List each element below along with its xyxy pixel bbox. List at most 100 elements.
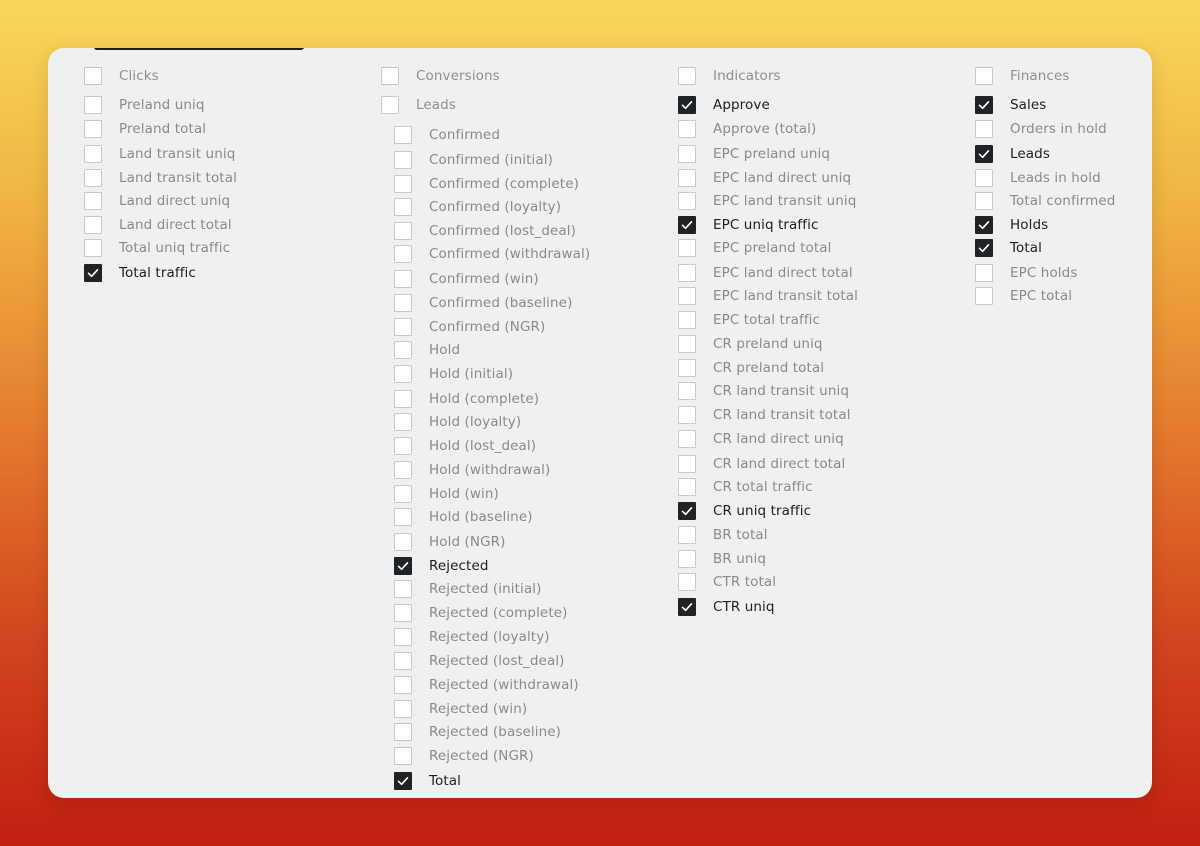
option-epc-uniq-traffic[interactable]: EPC uniq traffic xyxy=(678,214,819,236)
option-hold-complete[interactable]: Hold (complete) xyxy=(394,388,539,410)
checkbox[interactable] xyxy=(394,628,412,646)
option-confirmed-loyalty[interactable]: Confirmed (loyalty) xyxy=(394,196,561,218)
option-confirmed-initial[interactable]: Confirmed (initial) xyxy=(394,149,553,171)
checkbox[interactable] xyxy=(678,573,696,591)
option-sales[interactable]: Sales xyxy=(975,94,1046,116)
option-cr-land-direct-uniq[interactable]: CR land direct uniq xyxy=(678,428,844,450)
checkbox[interactable] xyxy=(394,318,412,336)
checkbox[interactable] xyxy=(84,264,102,282)
checkbox[interactable] xyxy=(678,598,696,616)
checkbox[interactable] xyxy=(678,67,696,85)
option-cr-land-direct-total[interactable]: CR land direct total xyxy=(678,453,845,475)
checkbox[interactable] xyxy=(678,120,696,138)
checkbox[interactable] xyxy=(394,461,412,479)
option-preland-total[interactable]: Preland total xyxy=(84,118,206,140)
checkbox[interactable] xyxy=(394,270,412,288)
checkbox[interactable] xyxy=(678,406,696,424)
checkbox[interactable] xyxy=(678,145,696,163)
checkbox[interactable] xyxy=(678,478,696,496)
checkbox[interactable] xyxy=(394,341,412,359)
option-rejected-initial[interactable]: Rejected (initial) xyxy=(394,578,541,600)
checkbox[interactable] xyxy=(975,192,993,210)
option-confirmed-complete[interactable]: Confirmed (complete) xyxy=(394,173,579,195)
checkbox[interactable] xyxy=(975,120,993,138)
checkbox[interactable] xyxy=(394,294,412,312)
checkbox[interactable] xyxy=(678,311,696,329)
checkbox[interactable] xyxy=(975,67,993,85)
option-orders-in-hold[interactable]: Orders in hold xyxy=(975,118,1107,140)
option-confirmed-win[interactable]: Confirmed (win) xyxy=(394,268,539,290)
option-rejected-withdrawal[interactable]: Rejected (withdrawal) xyxy=(394,674,579,696)
checkbox[interactable] xyxy=(678,502,696,520)
group-header-indicators[interactable]: Indicators xyxy=(678,65,781,87)
checkbox[interactable] xyxy=(394,413,412,431)
checkbox[interactable] xyxy=(394,485,412,503)
option-hold-baseline[interactable]: Hold (baseline) xyxy=(394,506,533,528)
option-epc-land-transit-total[interactable]: EPC land transit total xyxy=(678,285,858,307)
option-epc-land-transit-uniq[interactable]: EPC land transit uniq xyxy=(678,190,856,212)
option-hold-win[interactable]: Hold (win) xyxy=(394,483,499,505)
checkbox[interactable] xyxy=(975,216,993,234)
checkbox[interactable] xyxy=(394,437,412,455)
checkbox[interactable] xyxy=(975,264,993,282)
checkbox[interactable] xyxy=(678,96,696,114)
checkbox[interactable] xyxy=(381,96,399,114)
option-rejected-baseline[interactable]: Rejected (baseline) xyxy=(394,721,561,743)
checkbox[interactable] xyxy=(394,126,412,144)
option-rejected-complete[interactable]: Rejected (complete) xyxy=(394,602,568,624)
option-epc-total-traffic[interactable]: EPC total traffic xyxy=(678,309,820,331)
checkbox[interactable] xyxy=(678,382,696,400)
checkbox[interactable] xyxy=(84,145,102,163)
option-cr-uniq-traffic[interactable]: CR uniq traffic xyxy=(678,500,811,522)
checkbox[interactable] xyxy=(394,390,412,408)
option-total-confirmed[interactable]: Total confirmed xyxy=(975,190,1115,212)
checkbox[interactable] xyxy=(394,222,412,240)
option-rejected-win[interactable]: Rejected (win) xyxy=(394,698,527,720)
option-confirmed-ngr[interactable]: Confirmed (NGR) xyxy=(394,316,545,338)
checkbox[interactable] xyxy=(678,430,696,448)
option-br-uniq[interactable]: BR uniq xyxy=(678,548,766,570)
checkbox[interactable] xyxy=(678,335,696,353)
checkbox[interactable] xyxy=(394,245,412,263)
option-epc-preland-total[interactable]: EPC preland total xyxy=(678,237,832,259)
group-header-leads[interactable]: Leads xyxy=(381,94,456,116)
option-confirmed[interactable]: Confirmed xyxy=(394,124,500,146)
checkbox[interactable] xyxy=(394,508,412,526)
checkbox[interactable] xyxy=(84,67,102,85)
option-confirmed-lost-deal[interactable]: Confirmed (lost_deal) xyxy=(394,220,576,242)
option-holds[interactable]: Holds xyxy=(975,214,1048,236)
option-br-total[interactable]: BR total xyxy=(678,524,768,546)
checkbox[interactable] xyxy=(394,604,412,622)
group-header-conversions[interactable]: Conversions xyxy=(381,65,500,87)
option-approve-total[interactable]: Approve (total) xyxy=(678,118,816,140)
group-header-finances[interactable]: Finances xyxy=(975,65,1069,87)
checkbox[interactable] xyxy=(394,676,412,694)
checkbox[interactable] xyxy=(394,151,412,169)
group-header-clicks[interactable]: Clicks xyxy=(84,65,159,87)
option-epc-preland-uniq[interactable]: EPC preland uniq xyxy=(678,143,830,165)
option-epc-total[interactable]: EPC total xyxy=(975,285,1072,307)
option-land-transit-total[interactable]: Land transit total xyxy=(84,167,237,189)
option-confirmed-baseline[interactable]: Confirmed (baseline) xyxy=(394,292,572,314)
checkbox[interactable] xyxy=(975,169,993,187)
option-total[interactable]: Total xyxy=(975,237,1042,259)
checkbox[interactable] xyxy=(84,192,102,210)
option-hold-ngr[interactable]: Hold (NGR) xyxy=(394,531,506,553)
checkbox[interactable] xyxy=(678,455,696,473)
option-cr-land-transit-uniq[interactable]: CR land transit uniq xyxy=(678,380,849,402)
option-preland-uniq[interactable]: Preland uniq xyxy=(84,94,205,116)
option-approve[interactable]: Approve xyxy=(678,94,770,116)
option-leads[interactable]: Leads xyxy=(975,143,1050,165)
option-hold[interactable]: Hold xyxy=(394,339,460,361)
checkbox[interactable] xyxy=(84,239,102,257)
checkbox[interactable] xyxy=(678,550,696,568)
option-hold-initial[interactable]: Hold (initial) xyxy=(394,363,513,385)
option-total[interactable]: Total xyxy=(394,770,461,792)
option-rejected-lost-deal[interactable]: Rejected (lost_deal) xyxy=(394,650,565,672)
checkbox[interactable] xyxy=(381,67,399,85)
checkbox[interactable] xyxy=(678,216,696,234)
checkbox[interactable] xyxy=(394,652,412,670)
option-hold-withdrawal[interactable]: Hold (withdrawal) xyxy=(394,459,550,481)
option-ctr-uniq[interactable]: CTR uniq xyxy=(678,596,775,618)
checkbox[interactable] xyxy=(678,169,696,187)
